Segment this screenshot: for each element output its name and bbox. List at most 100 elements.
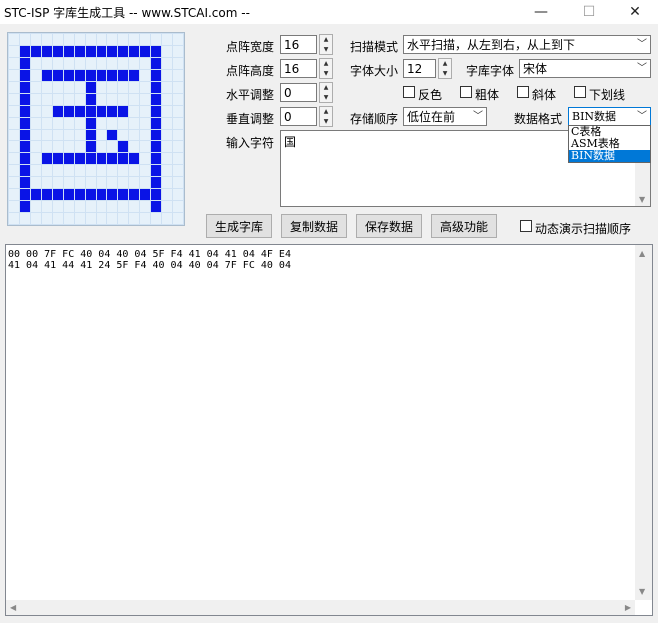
matrix-dot <box>118 213 129 224</box>
chevron-down-icon: ﹀ <box>637 39 647 50</box>
spin-up-icon[interactable]: ▲ <box>320 35 332 45</box>
dot-width-field[interactable]: 16 <box>280 35 317 54</box>
spin-up-icon[interactable]: ▲ <box>320 107 332 117</box>
matrix-dot <box>85 165 96 177</box>
matrix-dot <box>107 165 118 177</box>
underline-checkbox[interactable] <box>574 86 586 98</box>
matrix-dot <box>52 57 63 69</box>
spin-up-icon[interactable]: ▲ <box>320 59 332 69</box>
font-face-select[interactable]: 宋体 ﹀ <box>519 59 651 78</box>
copy-data-button[interactable]: 复制数据 <box>281 214 347 238</box>
output-data-area[interactable] <box>5 244 653 616</box>
invert-checkbox[interactable] <box>403 86 415 98</box>
matrix-dot <box>30 117 41 129</box>
dropdown-option-bin-data[interactable]: BIN数据 <box>569 150 650 162</box>
hadjust-spinner[interactable]: ▲ ▼ <box>319 82 333 103</box>
save-data-button[interactable]: 保存数据 <box>356 214 422 238</box>
spin-up-icon[interactable]: ▲ <box>320 83 332 93</box>
matrix-dot <box>63 81 74 93</box>
matrix-dot <box>173 153 183 165</box>
advanced-button[interactable]: 高级功能 <box>431 214 497 238</box>
matrix-dot <box>85 117 96 129</box>
vadjust-spinner[interactable]: ▲ ▼ <box>319 106 333 127</box>
matrix-dot <box>9 57 19 69</box>
matrix-dot <box>30 93 41 105</box>
matrix-dot <box>107 129 118 141</box>
scroll-right-icon[interactable]: ▶ <box>625 603 631 612</box>
scroll-down-icon[interactable]: ▼ <box>639 195 645 204</box>
matrix-dot <box>52 165 63 177</box>
spin-down-icon[interactable]: ▼ <box>320 93 332 103</box>
matrix-dot <box>96 165 107 177</box>
storage-order-select[interactable]: 低位在前 ﹀ <box>403 107 487 126</box>
matrix-dot <box>96 93 107 105</box>
close-button[interactable]: ✕ <box>612 0 658 24</box>
spin-down-icon[interactable]: ▼ <box>320 45 332 55</box>
matrix-dot <box>19 165 30 177</box>
matrix-dot <box>118 153 129 165</box>
generate-font-button[interactable]: 生成字库 <box>206 214 272 238</box>
scroll-left-icon[interactable]: ◀ <box>10 603 16 612</box>
font-face-value: 宋体 <box>523 62 548 76</box>
matrix-dot <box>63 141 74 153</box>
matrix-dot <box>173 213 183 224</box>
matrix-dot <box>162 105 173 117</box>
spin-down-icon[interactable]: ▼ <box>320 117 332 127</box>
output-horizontal-scrollbar[interactable]: ◀ ▶ <box>6 600 635 615</box>
matrix-dot <box>41 201 52 213</box>
dot-height-spinner[interactable]: ▲ ▼ <box>319 58 333 79</box>
scan-mode-select[interactable]: 水平扫描，从左到右，从上到下 ﹀ <box>403 35 651 54</box>
font-face-label: 字库字体 <box>466 64 515 78</box>
spin-down-icon[interactable]: ▼ <box>320 69 332 79</box>
matrix-dot <box>85 213 96 224</box>
matrix-dot <box>140 34 151 45</box>
matrix-dot <box>85 153 96 165</box>
matrix-dot <box>19 141 30 153</box>
vadjust-field[interactable]: 0 <box>280 107 317 126</box>
matrix-dot <box>9 117 19 129</box>
matrix-dot <box>19 189 30 201</box>
matrix-dot <box>118 165 129 177</box>
matrix-dot <box>162 189 173 201</box>
matrix-dot <box>173 81 183 93</box>
hadjust-field[interactable]: 0 <box>280 83 317 102</box>
matrix-dot <box>9 69 19 81</box>
matrix-dot <box>52 105 63 117</box>
matrix-dot <box>41 69 52 81</box>
matrix-dot <box>52 81 63 93</box>
scroll-down-icon[interactable]: ▼ <box>639 587 645 596</box>
matrix-dot <box>173 117 183 129</box>
dot-width-spinner[interactable]: ▲ ▼ <box>319 34 333 55</box>
matrix-dot <box>52 141 63 153</box>
matrix-dot <box>173 189 183 201</box>
matrix-dot <box>151 201 162 213</box>
matrix-dot <box>129 201 140 213</box>
matrix-dot <box>140 69 151 81</box>
matrix-dot <box>129 165 140 177</box>
animate-scan-checkbox[interactable] <box>520 220 532 232</box>
output-vertical-scrollbar[interactable]: ▲ ▼ <box>635 245 652 600</box>
font-size-field[interactable]: 12 <box>403 59 436 78</box>
matrix-dot <box>129 81 140 93</box>
matrix-dot <box>162 213 173 224</box>
maximize-button[interactable]: ☐ <box>566 0 612 24</box>
matrix-dot <box>74 141 85 153</box>
matrix-dot <box>118 93 129 105</box>
matrix-dot <box>107 189 118 201</box>
minimize-button[interactable]: — <box>518 0 564 24</box>
bold-checkbox[interactable] <box>460 86 472 98</box>
matrix-dot <box>107 45 118 57</box>
matrix-dot <box>96 34 107 45</box>
data-format-dropdown-list[interactable]: C表格 ASM表格 BIN数据 <box>568 125 651 163</box>
font-size-spinner[interactable]: ▲ ▼ <box>438 58 452 79</box>
dot-height-field[interactable]: 16 <box>280 59 317 78</box>
spin-up-icon[interactable]: ▲ <box>439 59 451 69</box>
italic-checkbox[interactable] <box>517 86 529 98</box>
matrix-dot <box>162 34 173 45</box>
hadjust-label: 水平调整 <box>226 88 275 102</box>
scroll-up-icon[interactable]: ▲ <box>639 249 645 258</box>
output-hex-text: 00 00 7F FC 40 04 40 04 5F F4 41 04 41 0… <box>8 249 291 271</box>
spin-down-icon[interactable]: ▼ <box>439 69 451 79</box>
matrix-dot <box>52 34 63 45</box>
data-format-select[interactable]: BIN数据 ﹀ <box>568 107 651 126</box>
